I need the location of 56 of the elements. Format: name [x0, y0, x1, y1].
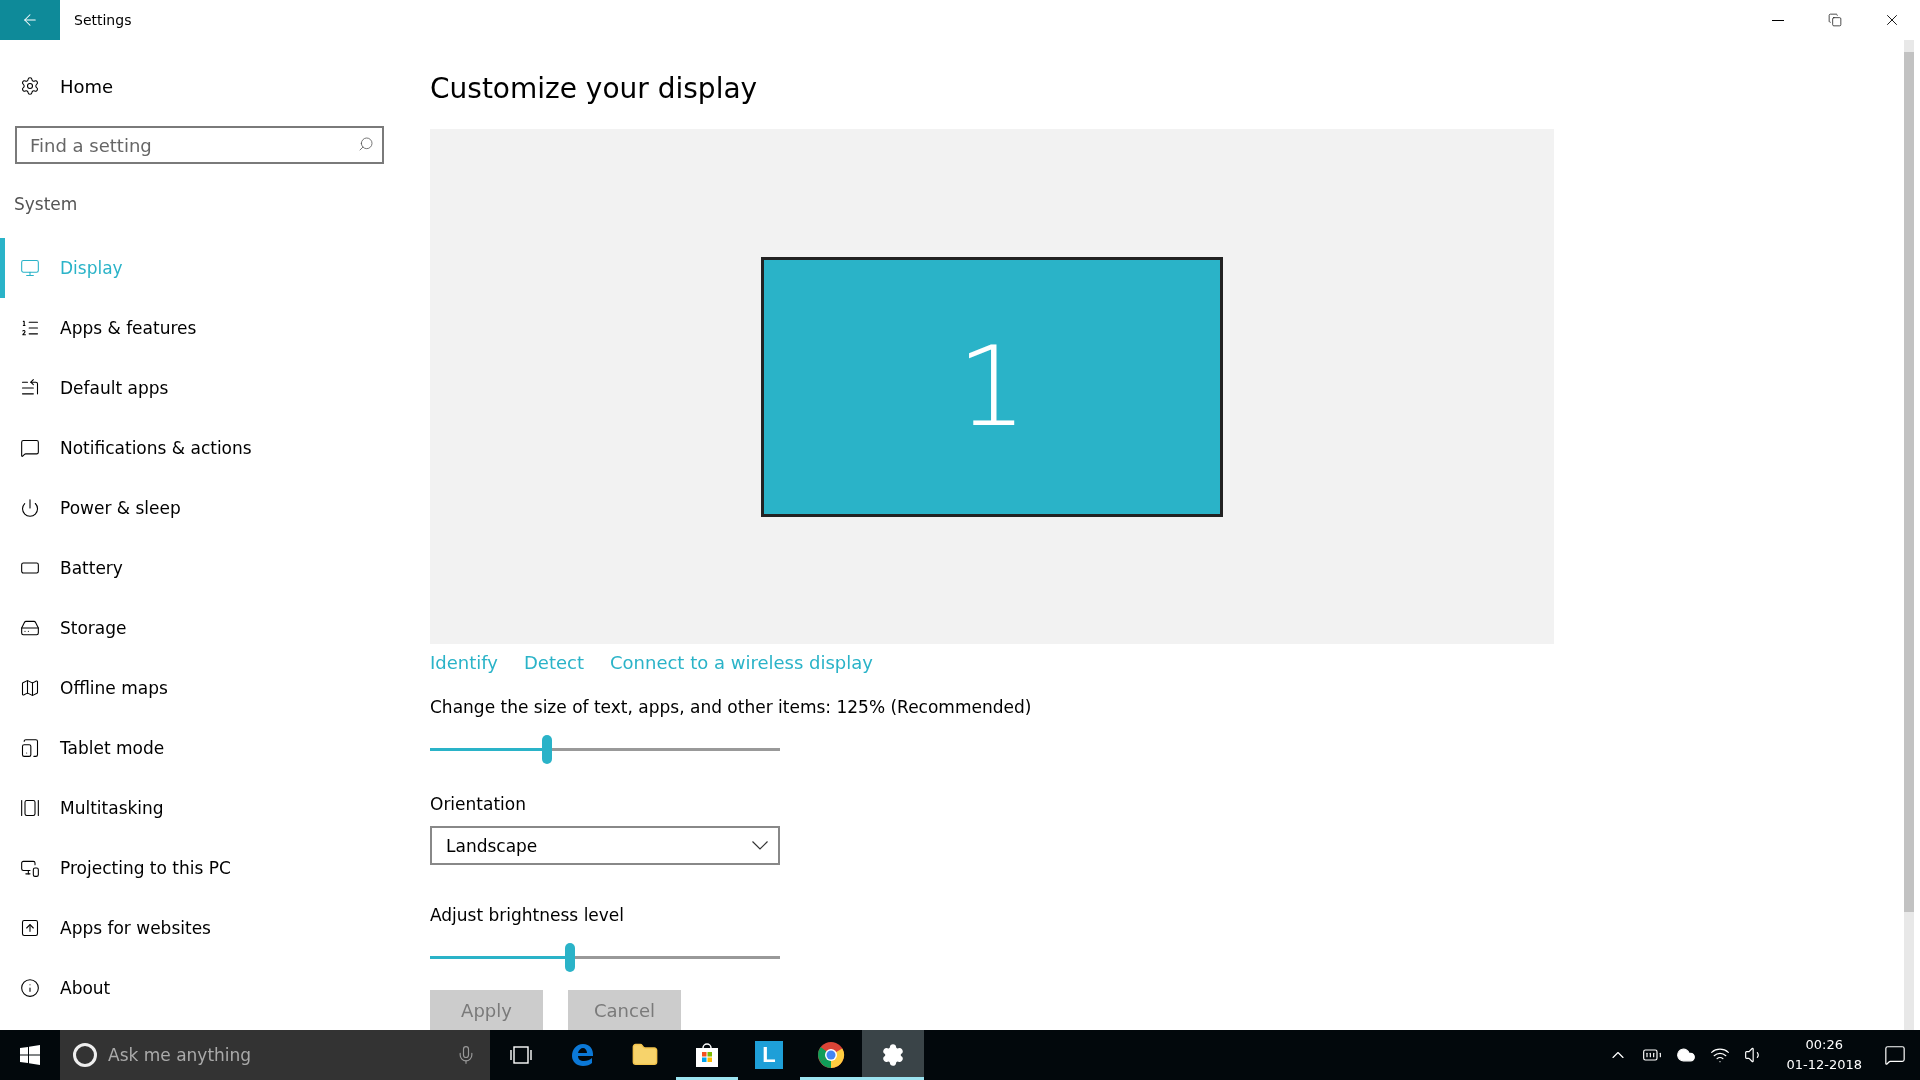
nav-item[interactable]: Tablet mode: [0, 718, 400, 778]
upload-icon: [20, 918, 40, 938]
circle-icon: [72, 1042, 98, 1068]
store-bag-icon: [694, 1042, 720, 1068]
slider-thumb[interactable]: [565, 943, 575, 973]
speech-bubble-icon: [20, 438, 40, 458]
nav-item[interactable]: About: [0, 958, 400, 1018]
window-title: Settings: [74, 12, 133, 28]
nav-item[interactable]: Apps & features: [0, 298, 400, 358]
search-icon: [358, 136, 374, 152]
chrome-icon: [817, 1041, 845, 1069]
scale-slider[interactable]: [430, 735, 780, 764]
nav-item[interactable]: Default apps: [0, 358, 400, 418]
scale-label: Change the size of text, apps, and other items: 125% (Recommended): [430, 697, 1033, 718]
projector-icon: [20, 858, 40, 878]
brightness-label: Adjust brightness level: [430, 905, 626, 926]
gear-icon: [20, 76, 40, 96]
windows-logo-icon: [20, 1045, 40, 1065]
minimize-icon: [1771, 19, 1784, 21]
restore-icon: [1827, 13, 1842, 27]
nav-item[interactable]: Projecting to this PC: [0, 838, 400, 898]
notification-icon[interactable]: [1884, 1044, 1906, 1066]
date-text: 01-12-2018: [1786, 1056, 1862, 1074]
nav-item[interactable]: Offline maps: [0, 658, 400, 718]
settings-icon: [881, 1043, 905, 1067]
slider-thumb[interactable]: [542, 735, 553, 765]
nav-item[interactable]: Storage: [0, 598, 400, 658]
monitor-icon: [20, 258, 40, 278]
nav-item[interactable]: Power & sleep: [0, 478, 400, 538]
home-nav-item[interactable]: Home: [0, 60, 400, 112]
search-field[interactable]: Find a setting: [15, 126, 384, 164]
drive-icon: [20, 618, 40, 638]
task-view-icon: [509, 1045, 533, 1065]
info-icon: [20, 978, 40, 998]
tablet-icon: [20, 738, 40, 758]
clock[interactable]: 00:26 01-12-2018: [1786, 1035, 1862, 1075]
nav-item[interactable]: Multitasking: [0, 778, 400, 838]
app-tile-icon: L: [755, 1041, 783, 1069]
edge-icon: [570, 1042, 596, 1068]
map-icon: [20, 678, 40, 698]
orientation-dropdown[interactable]: Landscape: [430, 825, 780, 866]
scrollbar[interactable]: [1904, 40, 1914, 1030]
section-heading: System: [14, 194, 79, 214]
chevron-down-icon: [752, 841, 768, 851]
nav-item[interactable]: Battery: [0, 538, 400, 598]
time-text: 00:26: [1805, 1036, 1843, 1054]
nav-item[interactable]: Apps for websites: [0, 898, 400, 958]
orientation-label: Orientation: [430, 793, 527, 814]
windows-icon: [20, 798, 40, 818]
power-icon: [20, 498, 40, 518]
list-icon: [20, 318, 40, 338]
page-title: Customize your display: [430, 72, 759, 105]
taskbar-app-button[interactable]: [862, 1030, 924, 1080]
nav-item[interactable]: Notifications & actions: [0, 418, 400, 478]
taskbar-search-field[interactable]: Ask me anything: [60, 1030, 490, 1080]
brightness-slider[interactable]: [430, 943, 780, 972]
